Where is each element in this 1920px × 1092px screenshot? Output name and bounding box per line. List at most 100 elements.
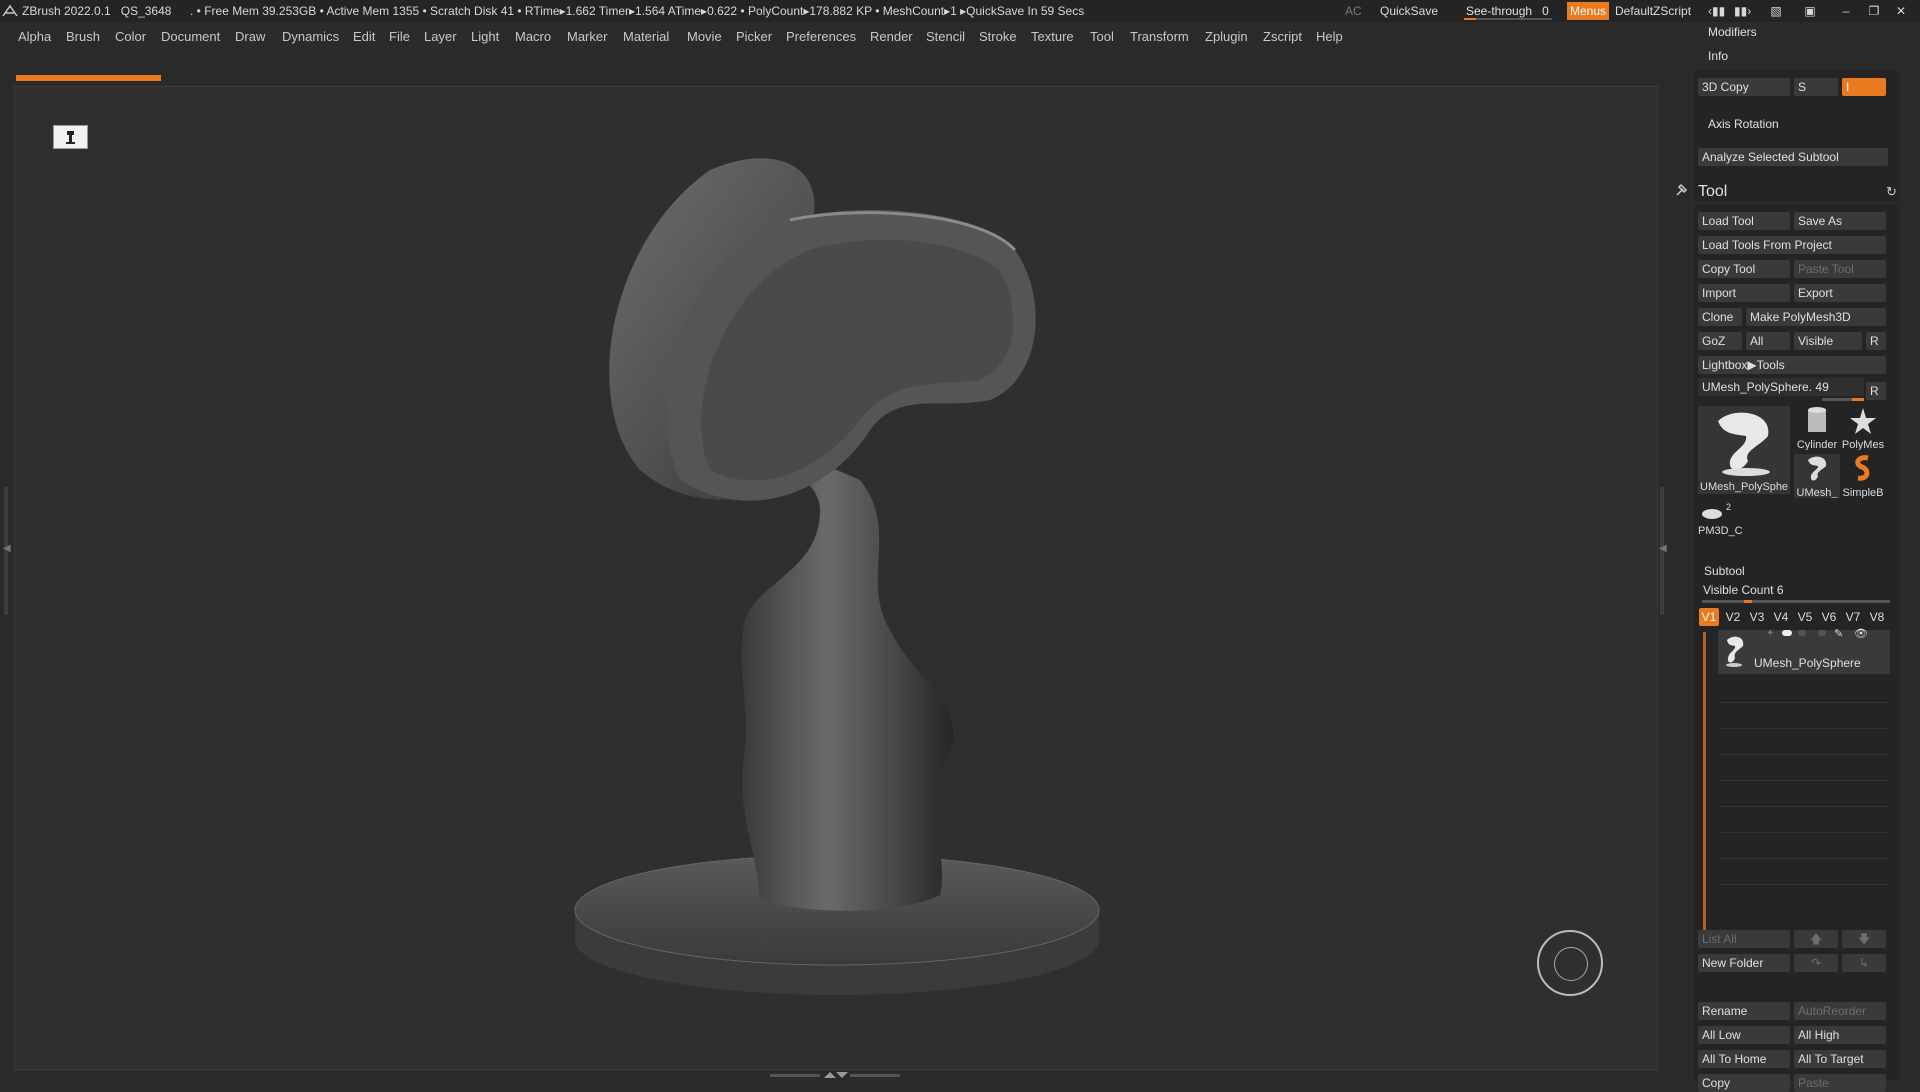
refresh-icon[interactable]: ↻ — [1886, 184, 1897, 200]
i-button[interactable]: I — [1842, 78, 1886, 96]
goz-all-button[interactable]: All — [1746, 332, 1790, 350]
copy-tool-button[interactable]: Copy Tool — [1698, 260, 1790, 278]
subtool-scrollbar[interactable] — [1703, 632, 1706, 932]
tab-v8[interactable]: V8 — [1867, 608, 1887, 626]
left-tray-arrow-icon[interactable]: ◀ — [3, 543, 11, 554]
menu-file[interactable]: File — [389, 29, 410, 44]
menu-draw[interactable]: Draw — [235, 29, 265, 44]
move-up-icon[interactable]: 🡅 — [1794, 930, 1838, 948]
see-through-slider[interactable]: See-through 0 — [1462, 2, 1554, 20]
tool-thumb-polymesh-star[interactable]: PolyMes — [1840, 406, 1886, 450]
subtool-dynamic-icon[interactable] — [1818, 630, 1826, 636]
menu-stencil[interactable]: Stencil — [926, 29, 965, 44]
menu-layer[interactable]: Layer — [424, 29, 457, 44]
menu-light[interactable]: Light — [471, 29, 499, 44]
menu-material[interactable]: Material — [623, 29, 669, 44]
all-to-home-button[interactable]: All To Home — [1698, 1050, 1790, 1068]
import-button[interactable]: Import — [1698, 284, 1790, 302]
sculpt-model[interactable] — [560, 150, 1120, 1010]
menu-preferences[interactable]: Preferences — [786, 29, 856, 44]
analyze-subtool-button[interactable]: Analyze Selected Subtool — [1698, 148, 1888, 166]
rename-button[interactable]: Rename — [1698, 1002, 1790, 1020]
quicksave-button[interactable]: QuickSave — [1380, 0, 1438, 22]
lightbox-tools-button[interactable]: Lightbox▶Tools — [1698, 356, 1886, 374]
menu-transform[interactable]: Transform — [1130, 29, 1189, 44]
folder-in-icon[interactable]: ↷ — [1794, 954, 1838, 972]
layout-right-icon[interactable]: ▮▮› — [1734, 4, 1751, 18]
menu-render[interactable]: Render — [870, 29, 913, 44]
save-as-button[interactable]: Save As — [1794, 212, 1886, 230]
menu-macro[interactable]: Macro — [515, 29, 551, 44]
tab-v7[interactable]: V7 — [1843, 608, 1863, 626]
bottom-tray-handle[interactable] — [770, 1072, 900, 1078]
tool-section-title[interactable]: Tool — [1698, 183, 1727, 201]
right-tray-arrow-icon[interactable]: ◀ — [1659, 543, 1667, 554]
menu-dynamics[interactable]: Dynamics — [282, 29, 339, 44]
subtool-item[interactable]: ✦ ✎ 👁 UMesh_PolySphere — [1718, 627, 1890, 674]
menu-stroke[interactable]: Stroke — [979, 29, 1017, 44]
list-all-button[interactable]: List All — [1698, 930, 1790, 948]
all-to-target-button[interactable]: All To Target — [1794, 1050, 1886, 1068]
current-tool-slider-track[interactable] — [1822, 398, 1864, 401]
menu-texture[interactable]: Texture — [1031, 29, 1074, 44]
paste-subtool-button[interactable]: Paste — [1794, 1074, 1886, 1092]
subtool-polypaint-icon[interactable] — [1782, 630, 1792, 636]
visible-count-slider-track[interactable] — [1702, 600, 1890, 603]
subtool-title[interactable]: Subtool — [1704, 564, 1745, 578]
menu-alpha[interactable]: Alpha — [18, 29, 51, 44]
view-gizmo[interactable] — [1537, 930, 1603, 996]
current-tool-r-button[interactable]: R — [1866, 382, 1886, 400]
menu-help[interactable]: Help — [1316, 29, 1343, 44]
subtool-eye-icon[interactable]: 👁 — [1854, 627, 1868, 640]
export-button[interactable]: Export — [1794, 284, 1886, 302]
subtool-material-icon[interactable] — [1798, 630, 1806, 636]
copy-3d-button[interactable]: 3D Copy — [1698, 78, 1790, 96]
window-layout-icon[interactable]: ▣ — [1802, 4, 1818, 18]
subtool-brush-icon[interactable]: ✦ — [1766, 628, 1774, 639]
menu-zplugin[interactable]: Zplugin — [1205, 29, 1248, 44]
tool-thumb-umesh[interactable]: UMesh_ — [1794, 454, 1840, 498]
current-tool-slider[interactable]: UMesh_PolySphere. 49 — [1698, 378, 1864, 396]
restore-icon[interactable]: ❐ — [1866, 4, 1882, 18]
floor-grid-toggle-icon[interactable] — [53, 125, 88, 149]
menu-color[interactable]: Color — [115, 29, 146, 44]
tool-thumb-pm3d[interactable]: 2 PM3D_C — [1698, 502, 1744, 538]
tool-thumb-cylinder[interactable]: Cylinder — [1794, 406, 1840, 450]
new-folder-button[interactable]: New Folder — [1698, 954, 1790, 972]
menu-document[interactable]: Document — [161, 29, 220, 44]
default-zscript-button[interactable]: DefaultZScript — [1615, 0, 1691, 22]
subtool-edit-icon[interactable]: ✎ — [1834, 627, 1843, 640]
paste-tool-button[interactable]: Paste Tool — [1794, 260, 1886, 278]
all-low-button[interactable]: All Low — [1698, 1026, 1790, 1044]
info-label[interactable]: Info — [1708, 49, 1728, 63]
visible-count-slider[interactable]: Visible Count 6 — [1703, 583, 1784, 597]
menu-edit[interactable]: Edit — [353, 29, 375, 44]
menu-tool[interactable]: Tool — [1090, 29, 1114, 44]
all-high-button[interactable]: All High — [1794, 1026, 1886, 1044]
load-tools-from-project-button[interactable]: Load Tools From Project — [1698, 236, 1886, 254]
axis-rotation-label[interactable]: Axis Rotation — [1708, 117, 1779, 131]
menu-picker[interactable]: Picker — [736, 29, 772, 44]
copy-subtool-button[interactable]: Copy — [1698, 1074, 1790, 1092]
tab-v6[interactable]: V6 — [1819, 608, 1839, 626]
minimize-icon[interactable]: – — [1838, 4, 1854, 18]
folder-out-icon[interactable]: ↳ — [1842, 954, 1886, 972]
load-tool-button[interactable]: Load Tool — [1698, 212, 1790, 230]
goz-visible-button[interactable]: Visible — [1794, 332, 1862, 350]
s-button[interactable]: S — [1794, 78, 1838, 96]
tab-v1[interactable]: V1 — [1699, 608, 1719, 626]
clone-button[interactable]: Clone — [1698, 308, 1742, 326]
auto-reorder-button[interactable]: AutoReorder — [1794, 1002, 1886, 1020]
goz-button[interactable]: GoZ — [1698, 332, 1742, 350]
menus-toggle-button[interactable]: Menus — [1567, 2, 1609, 20]
tab-v4[interactable]: V4 — [1771, 608, 1791, 626]
close-icon[interactable]: ✕ — [1893, 4, 1909, 18]
tool-thumb-simplebrush[interactable]: SimpleB — [1840, 454, 1886, 498]
modifiers-label[interactable]: Modifiers — [1708, 25, 1757, 39]
tab-v3[interactable]: V3 — [1747, 608, 1767, 626]
tab-v2[interactable]: V2 — [1723, 608, 1743, 626]
move-down-icon[interactable]: 🡇 — [1842, 930, 1886, 948]
menu-movie[interactable]: Movie — [687, 29, 722, 44]
goz-r-button[interactable]: R — [1866, 332, 1886, 350]
tab-v5[interactable]: V5 — [1795, 608, 1815, 626]
